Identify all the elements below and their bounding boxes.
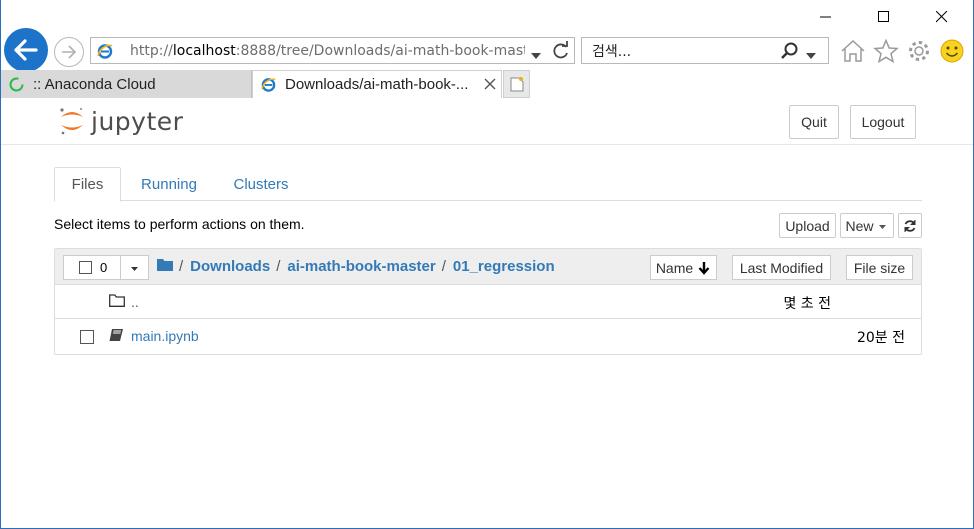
address-url: http://localhost:8888/tree/Downloads/ai-… xyxy=(130,42,525,59)
new-button-label: New xyxy=(845,217,874,234)
breadcrumb-separator: / xyxy=(276,258,281,275)
forward-button[interactable] xyxy=(54,37,84,67)
notebook-link[interactable]: main.ipynb xyxy=(131,328,199,344)
close-icon xyxy=(936,11,948,23)
breadcrumb: / Downloads / ai-math-book-master / 01_r… xyxy=(157,258,555,275)
new-tab-icon xyxy=(510,77,523,92)
refresh-icon[interactable] xyxy=(551,41,571,66)
breadcrumb-separator: / xyxy=(179,258,184,275)
address-bar[interactable]: http://localhost:8888/tree/Downloads/ai-… xyxy=(90,37,575,64)
caret-down-icon xyxy=(130,266,138,271)
modified-time: 20분 전 xyxy=(856,330,905,346)
breadcrumb-ai-math-book-master[interactable]: ai-math-book-master xyxy=(287,258,435,275)
close-tab-icon[interactable] xyxy=(484,77,496,94)
row-checkbox[interactable] xyxy=(80,330,94,344)
arrow-right-icon xyxy=(62,45,77,59)
folder-icon xyxy=(109,294,125,310)
tab-running[interactable]: Running xyxy=(129,167,209,201)
select-dropdown-button[interactable] xyxy=(120,256,148,279)
file-list-header: 0 / Downloads / ai-math-book-master / 01… xyxy=(55,249,921,285)
close-window-button[interactable] xyxy=(919,4,965,30)
refresh-icon xyxy=(904,219,916,232)
ie-page-icon xyxy=(97,43,113,59)
select-all-checkbox[interactable] xyxy=(79,261,92,274)
tab-label: :: Anaconda Cloud xyxy=(33,75,156,93)
new-button[interactable]: New xyxy=(840,213,894,238)
maximize-icon xyxy=(878,11,889,22)
browser-tab-anaconda[interactable]: :: Anaconda Cloud xyxy=(1,70,252,98)
minimize-icon xyxy=(820,16,831,18)
refresh-list-button[interactable] xyxy=(898,213,922,238)
arrow-left-icon xyxy=(14,39,38,61)
selected-count: 0 xyxy=(100,260,108,275)
tab-files[interactable]: Files xyxy=(54,167,121,202)
logout-button[interactable]: Logout xyxy=(850,105,916,139)
breadcrumb-downloads[interactable]: Downloads xyxy=(190,258,270,275)
list-item[interactable]: .. 몇 초 전 xyxy=(55,285,921,319)
tab-clusters[interactable]: Clusters xyxy=(224,167,298,201)
notebook-icon xyxy=(109,328,124,345)
breadcrumb-separator: / xyxy=(441,258,446,275)
select-info-text: Select items to perform actions on them. xyxy=(54,216,305,232)
browser-tab-jupyter[interactable]: Downloads/ai-math-book-... xyxy=(252,70,502,98)
maximize-button[interactable] xyxy=(861,4,907,30)
browser-tabbar: :: Anaconda Cloud Downloads/ai-math-book… xyxy=(1,70,973,98)
sort-name-label: Name xyxy=(655,259,694,276)
search-box[interactable]: 검색... xyxy=(581,37,829,64)
back-button[interactable] xyxy=(4,28,48,72)
smiley-icon[interactable] xyxy=(938,37,965,64)
browser-navbar: http://localhost:8888/tree/Downloads/ai-… xyxy=(1,28,973,72)
gear-icon[interactable] xyxy=(905,37,932,64)
file-list: 0 / Downloads / ai-math-book-master / 01… xyxy=(54,248,922,355)
home-icon[interactable] xyxy=(839,37,866,64)
caret-down-icon xyxy=(878,224,886,229)
breadcrumb-01-regression[interactable]: 01_regression xyxy=(453,258,555,275)
jupyter-logo[interactable]: jupyter xyxy=(59,106,183,136)
search-placeholder: 검색... xyxy=(592,43,632,60)
folder-home-icon[interactable] xyxy=(157,258,173,275)
tab-label: Downloads/ai-math-book-... xyxy=(285,76,469,93)
browser-toolbar xyxy=(839,37,965,64)
sort-last-modified-button[interactable]: Last Modified xyxy=(732,255,831,280)
star-icon[interactable] xyxy=(872,37,899,64)
jupyter-logo-icon xyxy=(60,107,83,135)
jupyter-page: jupyter Quit Logout Files Running Cluste… xyxy=(1,98,973,528)
jupyter-header: jupyter Quit Logout xyxy=(1,98,973,145)
minimize-button[interactable] xyxy=(803,4,849,30)
parent-dir-link[interactable]: .. xyxy=(131,294,139,310)
search-dropdown-icon[interactable] xyxy=(806,46,816,64)
jupyter-tabs: Files Running Clusters xyxy=(54,167,922,202)
sort-file-size-button[interactable]: File size xyxy=(846,255,913,280)
search-icon[interactable] xyxy=(780,41,800,66)
address-dropdown-icon[interactable] xyxy=(531,46,541,64)
select-all-group: 0 xyxy=(63,255,149,280)
modified-time: 몇 초 전 xyxy=(783,296,831,312)
upload-button[interactable]: Upload xyxy=(779,213,836,238)
logo-text: jupyter xyxy=(91,106,184,136)
quit-button[interactable]: Quit xyxy=(789,105,839,139)
list-item[interactable]: main.ipynb 20분 전 xyxy=(55,319,921,353)
loading-icon xyxy=(9,77,24,91)
ie-page-icon xyxy=(261,78,276,92)
arrow-down-icon xyxy=(698,261,710,275)
new-tab-button[interactable] xyxy=(503,70,530,98)
sort-name-button[interactable]: Name xyxy=(650,255,717,280)
